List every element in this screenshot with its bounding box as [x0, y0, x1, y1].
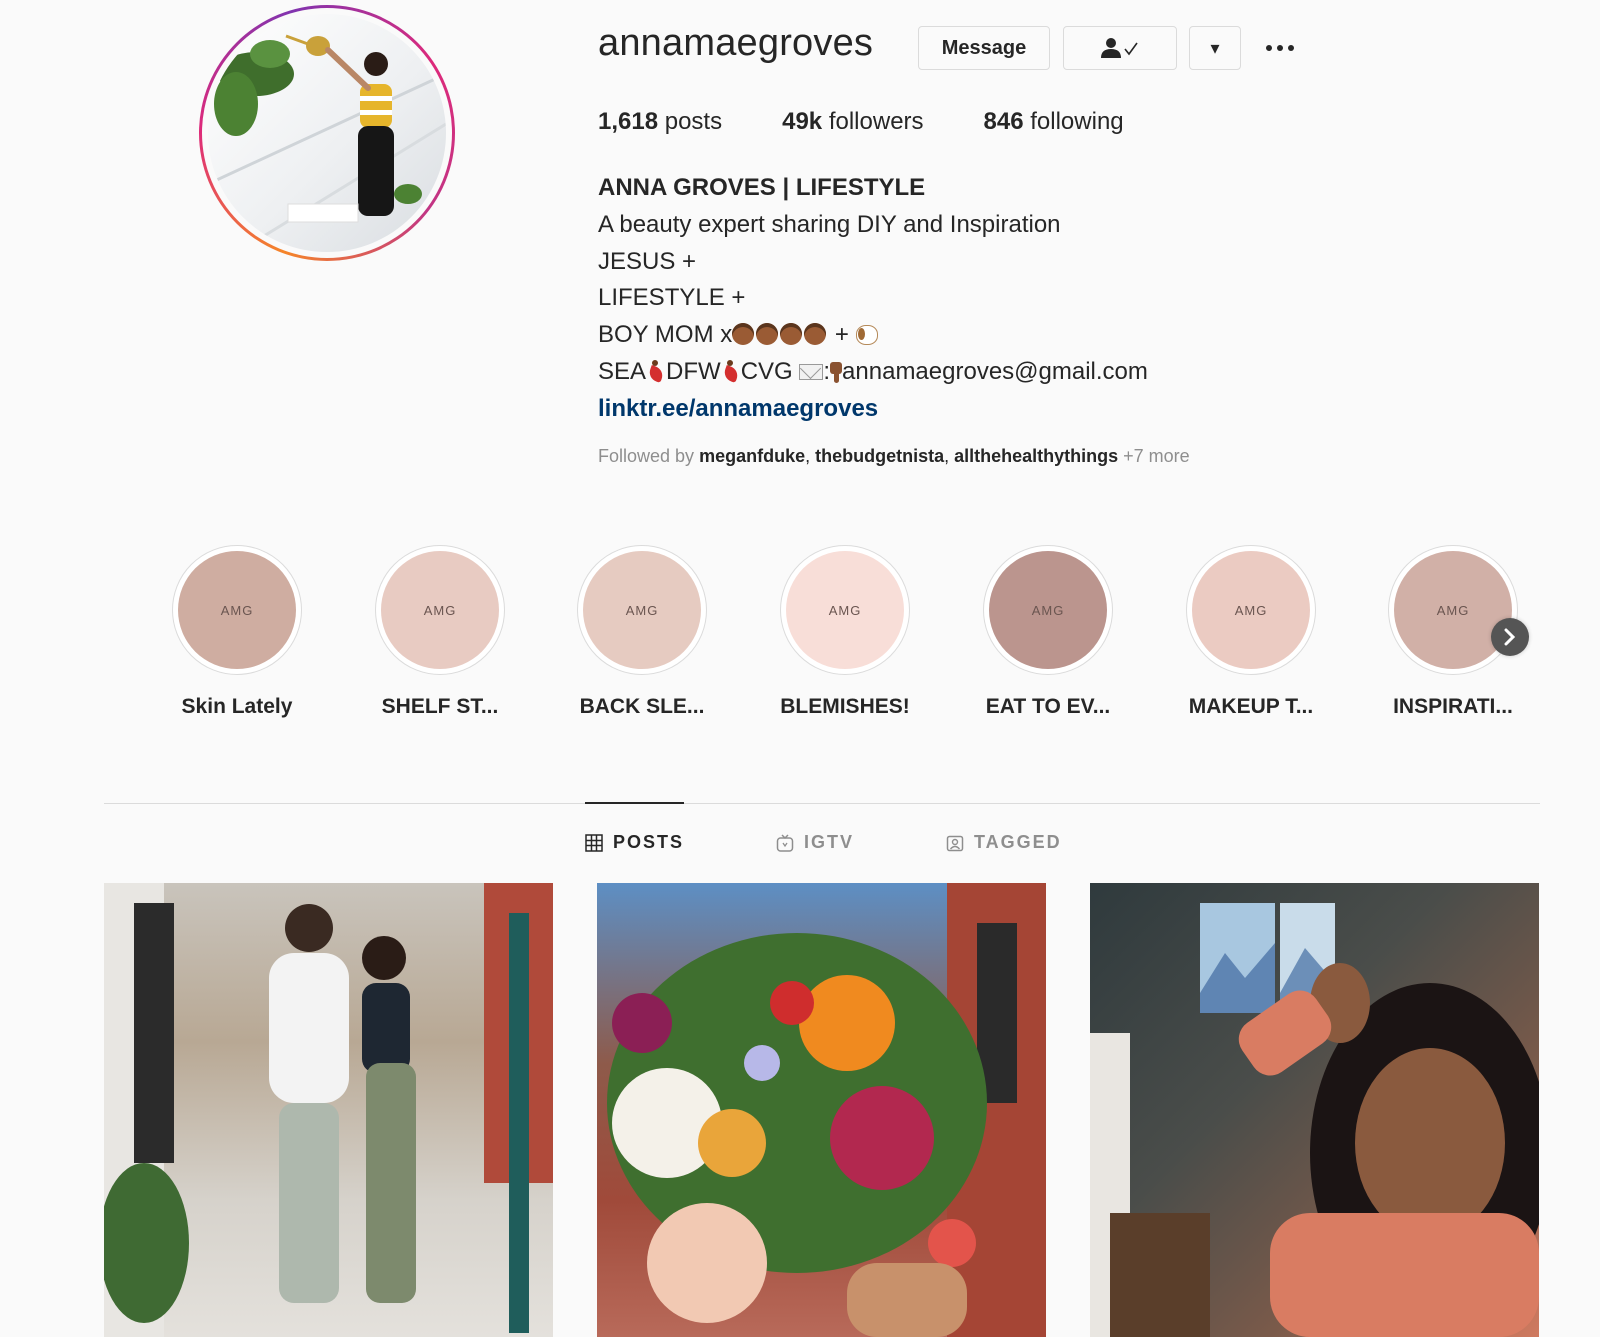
follower-link[interactable]: allthehealthythings	[954, 446, 1118, 466]
more-options-button[interactable]	[1258, 36, 1302, 60]
tab-tagged[interactable]: TAGGED	[946, 832, 1062, 853]
bio-line: LIFESTYLE +	[598, 284, 746, 312]
highlight-cover: AMG	[989, 551, 1107, 669]
chevron-right-icon	[1504, 628, 1516, 646]
active-tab-indicator	[585, 802, 684, 804]
highlight-cover: AMG	[583, 551, 701, 669]
following-stat[interactable]: 846 following	[984, 108, 1124, 136]
dot-icon	[1266, 45, 1272, 51]
highlight-cover: AMG	[786, 551, 904, 669]
profile-username: annamaegroves	[598, 22, 874, 64]
highlight-cover: AMG	[1394, 551, 1512, 669]
posts-count: 1,618	[598, 108, 659, 135]
tab-igtv-label: IGTV	[804, 832, 855, 852]
boy-emoji-icon	[780, 323, 803, 346]
tab-posts[interactable]: POSTS	[585, 832, 684, 853]
highlight-cover: AMG	[178, 551, 296, 669]
profile-avatar[interactable]	[199, 5, 455, 261]
tab-igtv[interactable]: IGTV	[776, 832, 854, 853]
boy-emoji-icon	[804, 323, 827, 346]
dog-emoji-icon	[855, 325, 878, 346]
bio-line-boy-mom: BOY MOM x +	[598, 317, 1148, 354]
bio-line-locations: SEA DFW CVG : annamaegroves@gmail.com	[598, 357, 1148, 385]
dancer-emoji-icon	[646, 359, 666, 383]
highlight-label: SHELF ST...	[381, 695, 499, 718]
highlight-item[interactable]: AMG BLEMISHES!	[780, 545, 910, 719]
highlight-label: BLEMISHES!	[780, 695, 910, 718]
post-thumbnail[interactable]	[1090, 883, 1539, 1337]
igtv-icon	[776, 833, 794, 852]
follower-link[interactable]: thebudgetnista	[815, 446, 944, 466]
highlight-item[interactable]: AMG BACK SLE...	[577, 545, 707, 719]
pointing-down-emoji-icon	[830, 360, 843, 384]
followers-count: 49k	[782, 108, 823, 135]
posts-label: posts	[664, 108, 723, 135]
post-image	[104, 883, 553, 1337]
person-check-icon	[1101, 38, 1138, 58]
highlight-label: Skin Lately	[181, 695, 293, 718]
tagged-icon	[946, 835, 964, 851]
suggested-dropdown-button[interactable]: ▾	[1189, 26, 1241, 70]
message-button[interactable]: Message	[918, 26, 1050, 70]
profile-stats: 1,618 posts 49k followers 846 following	[598, 108, 1184, 136]
tabs-divider	[104, 803, 1540, 804]
profile-bio: ANNA GROVES | LIFESTYLE A beauty expert …	[598, 170, 1148, 428]
highlight-label: INSPIRATI...	[1393, 695, 1513, 718]
posts-stat: 1,618 posts	[598, 108, 722, 136]
highlights-next-button[interactable]	[1491, 618, 1529, 656]
highlight-item[interactable]: AMG Skin Lately	[172, 545, 302, 719]
highlight-item[interactable]: AMG EAT TO EV...	[983, 545, 1113, 719]
dot-icon	[1277, 45, 1283, 51]
chevron-down-icon: ▾	[1210, 37, 1220, 58]
highlight-cover: AMG	[381, 551, 499, 669]
envelope-emoji-icon	[799, 363, 824, 380]
post-thumbnail[interactable]	[104, 883, 553, 1337]
dancer-emoji-icon	[721, 359, 741, 383]
followers-stat[interactable]: 49k followers	[782, 108, 923, 136]
avatar-photo	[208, 14, 446, 252]
following-label: following	[1030, 108, 1124, 135]
post-image	[607, 883, 1046, 1337]
tab-posts-label: POSTS	[613, 832, 685, 852]
boy-emoji-icon	[756, 323, 779, 346]
post-thumbnail[interactable]	[597, 883, 1046, 1337]
bio-website-link[interactable]: linktr.ee/annamaegroves	[598, 391, 1148, 428]
post-image	[1090, 903, 1539, 1337]
highlight-label: BACK SLE...	[579, 695, 705, 718]
followers-label: followers	[828, 108, 924, 135]
dot-icon	[1288, 45, 1294, 51]
following-count: 846	[983, 108, 1024, 135]
tab-tagged-label: TAGGED	[974, 832, 1062, 852]
grid-icon	[585, 833, 603, 852]
profile-full-name: ANNA GROVES | LIFESTYLE	[598, 174, 926, 201]
bio-email: annamaegroves@gmail.com	[842, 357, 1148, 385]
highlight-label: EAT TO EV...	[985, 695, 1111, 718]
follower-link[interactable]: meganfduke	[699, 446, 805, 466]
highlight-item[interactable]: AMG MAKEUP T...	[1186, 545, 1316, 719]
following-button[interactable]	[1063, 26, 1177, 70]
followed-by: Followed by meganfduke, thebudgetnista, …	[598, 446, 1190, 466]
bio-line: A beauty expert sharing DIY and Inspirat…	[598, 210, 1061, 238]
highlight-label: MAKEUP T...	[1188, 695, 1314, 718]
highlight-item[interactable]: AMG SHELF ST...	[375, 545, 505, 719]
avatar-illustration	[208, 34, 446, 252]
boy-emoji-icon	[732, 323, 755, 346]
bio-line: JESUS +	[598, 247, 697, 275]
story-highlights: AMG Skin Lately AMG SHELF ST... AMG BACK…	[172, 545, 1532, 725]
highlight-cover: AMG	[1192, 551, 1310, 669]
followed-by-more[interactable]: +7 more	[1118, 446, 1190, 466]
